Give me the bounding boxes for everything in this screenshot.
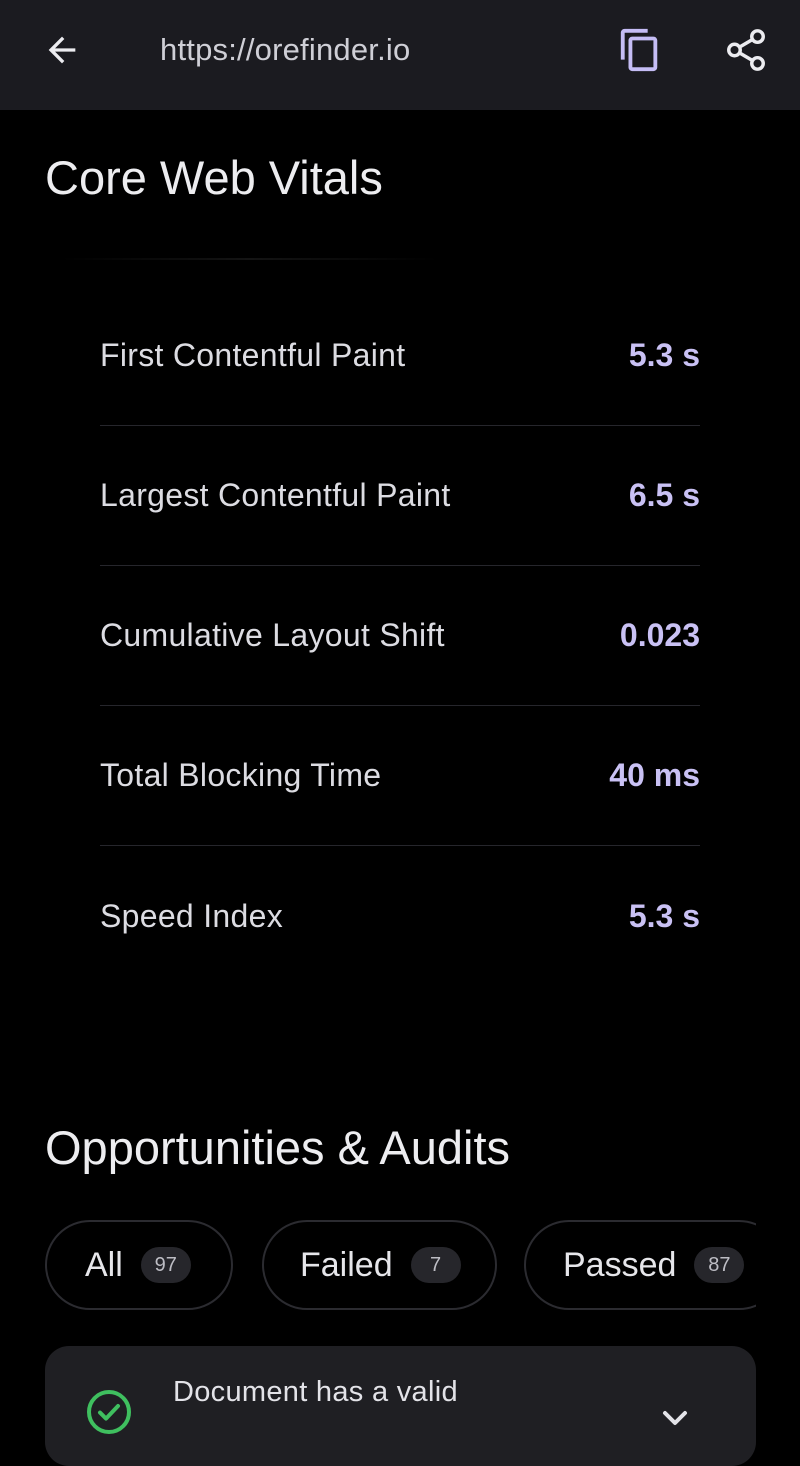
top-app-bar: https://orefinder.io — [0, 0, 800, 110]
metrics-list: First Contentful Paint 5.3 s Largest Con… — [100, 286, 700, 986]
metric-label: Cumulative Layout Shift — [100, 617, 445, 653]
chevron-down-icon[interactable] — [655, 1398, 695, 1438]
metric-row-cls: Cumulative Layout Shift 0.023 — [100, 566, 700, 706]
filter-chip-failed[interactable]: Failed 7 — [262, 1220, 497, 1310]
chip-label: All — [85, 1245, 123, 1284]
metric-label: Total Blocking Time — [100, 757, 382, 793]
filter-chip-passed[interactable]: Passed 87 — [524, 1220, 756, 1310]
metric-label: Largest Contentful Paint — [100, 477, 451, 513]
metric-row-fcp: First Contentful Paint 5.3 s — [100, 286, 700, 426]
title-divider — [60, 258, 440, 260]
share-button[interactable] — [718, 22, 774, 78]
metric-value: 6.5 s — [628, 477, 700, 513]
metric-label: First Contentful Paint — [100, 337, 406, 373]
metric-row-tbt: Total Blocking Time 40 ms — [100, 706, 700, 846]
filter-chips: All 97 Failed 7 Passed 87 — [45, 1220, 756, 1312]
back-button[interactable] — [38, 26, 86, 74]
audit-item-text: Document has a valid — [173, 1376, 458, 1408]
metric-value: 5.3 s — [628, 337, 700, 373]
share-icon — [727, 29, 765, 71]
metric-row-lcp: Largest Contentful Paint 6.5 s — [100, 426, 700, 566]
chip-count: 87 — [694, 1247, 745, 1283]
copy-icon — [620, 28, 658, 72]
metric-value: 5.3 s — [628, 897, 700, 934]
chip-count: 97 — [140, 1247, 191, 1283]
filter-chip-all[interactable]: All 97 — [45, 1220, 233, 1310]
arrow-left-icon — [48, 36, 76, 64]
metric-value: 40 ms — [609, 757, 700, 793]
audit-item[interactable]: Document has a valid — [45, 1346, 756, 1466]
chip-count: 7 — [410, 1247, 461, 1283]
audits-title: Opportunities & Audits — [45, 1121, 511, 1174]
chip-label: Passed — [563, 1245, 677, 1284]
chip-label: Failed — [300, 1245, 393, 1284]
metric-row-si: Speed Index 5.3 s — [100, 846, 700, 986]
copy-button[interactable] — [612, 22, 668, 78]
check-circle-icon — [87, 1390, 131, 1434]
metric-label: Speed Index — [100, 897, 284, 934]
metric-value: 0.023 — [619, 617, 700, 653]
core-web-vitals-title: Core Web Vitals — [45, 151, 383, 204]
page-url: https://orefinder.io — [160, 32, 411, 67]
